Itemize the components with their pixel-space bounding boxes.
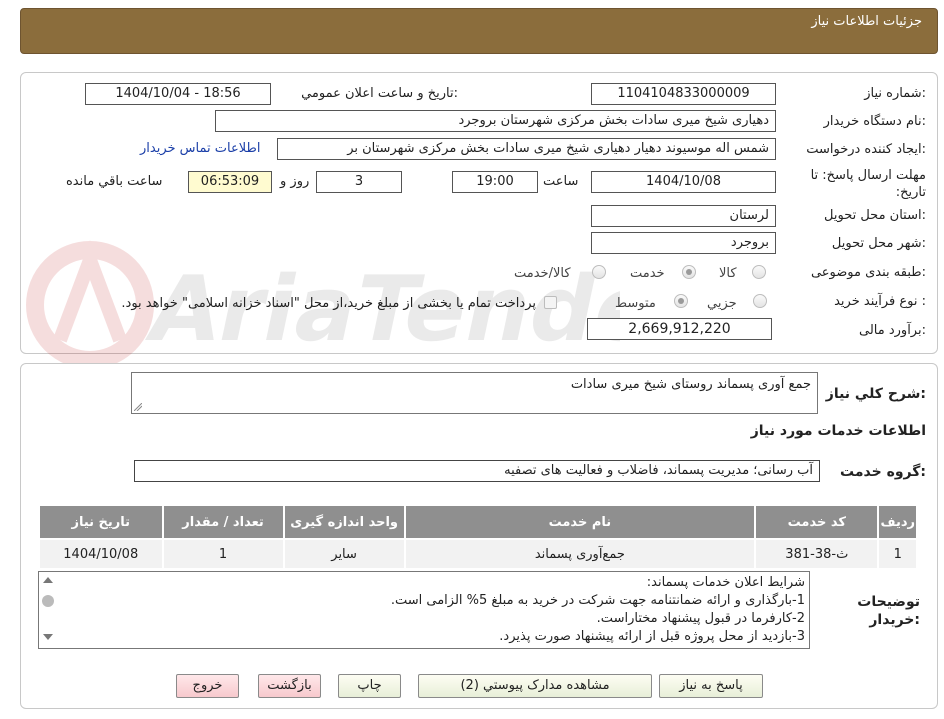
city-label: شهر محل تحویل:	[831, 236, 926, 251]
resize-grip-icon[interactable]	[134, 403, 142, 411]
requester-value: شمس اله موسیوند دهیار دهیاری شیخ میری سا…	[277, 138, 776, 160]
service-group-label: گروه خدمت:	[840, 464, 926, 480]
need-number-label: شماره نیاز:	[864, 86, 926, 101]
category-option-goods-service: کالا/خدمت	[514, 266, 571, 281]
cell-unit: سایر	[282, 538, 406, 570]
process-radio-minor[interactable]	[753, 294, 767, 308]
category-label: طبقه بندی موضوعی:	[810, 265, 926, 280]
page-title: جزئیات اطلاعات نیاز	[811, 14, 922, 29]
buyer-notes-textarea[interactable]: شرایط اعلان خدمات پسماند: 1-بارگذاری و ا…	[38, 571, 810, 649]
general-desc-label: شرح کلي نياز:	[825, 386, 926, 402]
table-header-row: ردیف کد خدمت نام خدمت واحد اندازه گیری ت…	[38, 504, 918, 540]
cell-row-number: 1	[877, 538, 918, 570]
reply-button[interactable]: پاسخ به نیاز	[659, 674, 763, 698]
buyer-notes-line-1: شرایط اعلان خدمات پسماند:	[646, 575, 805, 590]
treasury-note: پرداخت تمام یا بخشی از مبلغ خرید،از محل …	[121, 296, 536, 311]
budget-label: برآورد مالی:	[859, 323, 926, 338]
cell-need-date: 1404/10/08	[38, 538, 164, 570]
col-header-quantity: تعداد / مقدار	[161, 504, 285, 540]
general-desc-text: جمع آوری پسماند روستای شیخ میری سادات	[570, 377, 811, 392]
table-row: 1 ث-38-381 جمع‌آوری پسماند سایر 1 1404/1…	[38, 538, 918, 570]
page-header	[20, 8, 938, 54]
print-button[interactable]: چاپ	[338, 674, 401, 698]
treasury-checkbox[interactable]	[544, 296, 557, 309]
city-value: بروجرد	[591, 232, 776, 254]
announce-datetime-value: 1404/10/04 - 18:56	[85, 83, 271, 105]
buyer-notes-line-2: 1-بارگذاری و ارائه ضمانتنامه جهت شرکت در…	[390, 593, 805, 608]
category-option-goods: کالا	[719, 266, 737, 281]
buyer-notes-line-3: 2-کارفرما در قبول پیشنهاد مختاراست.	[596, 611, 805, 626]
col-header-row-number: ردیف	[877, 504, 918, 540]
requester-label: ایجاد کننده درخواست:	[806, 142, 926, 157]
buyer-org-label: نام دستگاه خريدار:	[823, 114, 926, 129]
deadline-time: 19:00	[452, 171, 538, 193]
services-table: ردیف کد خدمت نام خدمت واحد اندازه گیری ت…	[38, 504, 918, 570]
scroll-thumb[interactable]	[42, 595, 54, 607]
scroll-down-icon[interactable]	[43, 633, 53, 641]
deadline-days: 3	[316, 171, 402, 193]
category-radio-goods-service[interactable]	[592, 265, 606, 279]
exit-button[interactable]: خروج	[176, 674, 239, 698]
back-button[interactable]: بازگشت	[258, 674, 321, 698]
process-radio-medium[interactable]	[674, 294, 688, 308]
process-option-medium: متوسط	[615, 296, 656, 311]
service-group-value: آب رسانی؛ مدیریت پسماند، فاضلاب و فعالیت…	[134, 460, 820, 482]
scroll-up-icon[interactable]	[43, 576, 53, 584]
province-value: لرستان	[591, 205, 776, 227]
deadline-label: مهلت ارسال پاسخ: تا تاریخ:	[810, 168, 926, 200]
category-radio-goods[interactable]	[752, 265, 766, 279]
general-desc-textarea[interactable]: جمع آوری پسماند روستای شیخ میری سادات	[131, 372, 818, 414]
category-option-service: خدمت	[630, 266, 665, 281]
remaining-label: ساعت باقي مانده	[66, 174, 163, 189]
province-label: استان محل تحویل:	[824, 208, 926, 223]
buyer-notes-scrollbar[interactable]	[40, 573, 56, 647]
need-number-value: 1104104833000009	[591, 83, 776, 105]
deadline-time-label: ساعت	[543, 174, 579, 189]
buyer-notes-line-4: 3-بازدید از محل پروژه قبل از ارائه پیشنه…	[499, 629, 805, 644]
announce-datetime-label: تاريخ و ساعت اعلان عمومي:	[301, 86, 458, 101]
attachments-button[interactable]: مشاهده مدارک پیوستي (2)	[418, 674, 652, 698]
purchase-process-label: نوع فرآیند خرید :	[834, 294, 926, 309]
buyer-notes-label: توضیحات خریدار:	[857, 594, 920, 628]
col-header-service-code: کد خدمت	[754, 504, 880, 540]
budget-value: 2,669,912,220	[587, 318, 772, 340]
buyer-org-value: دهیاری شیخ میری سادات بخش مرکزی شهرستان …	[215, 110, 776, 132]
days-label: روز و	[280, 174, 310, 189]
cell-service-code: ث-38-381	[754, 538, 880, 570]
cell-service-name: جمع‌آوری پسماند	[403, 538, 757, 570]
services-title: اطلاعات خدمات مورد نياز	[750, 423, 926, 439]
deadline-date: 1404/10/08	[591, 171, 776, 193]
col-header-need-date: تاریخ نیاز	[38, 504, 164, 540]
category-radio-service[interactable]	[682, 265, 696, 279]
buyer-contact-link[interactable]: اطلاعات تماس خریدار	[140, 141, 260, 156]
cell-quantity: 1	[161, 538, 285, 570]
process-option-minor: جزیي	[707, 296, 737, 311]
remaining-time: 06:53:09	[188, 171, 272, 193]
col-header-unit: واحد اندازه گیری	[282, 504, 406, 540]
col-header-service-name: نام خدمت	[403, 504, 757, 540]
